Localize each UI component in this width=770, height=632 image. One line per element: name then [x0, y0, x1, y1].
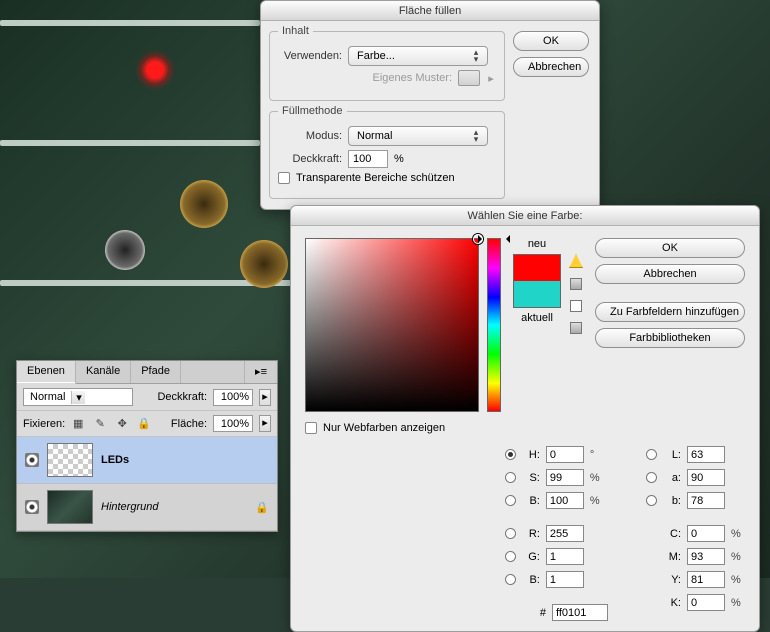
web-colors-label: Nur Webfarben anzeigen — [323, 422, 445, 434]
r-input[interactable] — [546, 525, 584, 542]
new-color-swatch[interactable] — [514, 255, 560, 281]
custom-pattern-well — [458, 70, 480, 86]
panel-opacity-label: Deckkraft: — [157, 391, 207, 403]
ok-button[interactable]: OK — [595, 238, 745, 258]
fill-dialog: Fläche füllen Inhalt Verwenden: Farbe...… — [260, 0, 600, 210]
layer-row[interactable]: LEDs — [17, 437, 277, 484]
use-label: Verwenden: — [278, 50, 342, 62]
s-input[interactable] — [546, 469, 584, 486]
panel-tabs: Ebenen Kanäle Pfade ▸≡ — [17, 361, 277, 384]
layer-name[interactable]: LEDs — [101, 454, 129, 466]
hex-label: # — [540, 607, 546, 619]
lock-label: Fixieren: — [23, 418, 65, 430]
web-colors-checkbox[interactable] — [305, 422, 317, 434]
ok-button[interactable]: OK — [513, 31, 589, 51]
chevron-right-icon: ▸ — [486, 72, 496, 85]
layer-list: LEDs Hintergrund 🔒 — [17, 437, 277, 531]
fill-dialog-title: Fläche füllen — [261, 1, 599, 21]
fill-content-group: Inhalt Verwenden: Farbe... ▴▾ Eigenes Mu… — [269, 31, 505, 101]
mode-select[interactable]: Normal ▴▾ — [348, 126, 488, 146]
panel-fill-input[interactable]: 100% — [213, 415, 253, 432]
mode-label: Modus: — [278, 130, 342, 142]
layer-name[interactable]: Hintergrund — [101, 501, 158, 513]
radio-lb[interactable] — [646, 495, 657, 506]
lock-move-icon[interactable]: ✥ — [115, 417, 129, 431]
color-swatch-pair — [513, 254, 561, 308]
a-input[interactable] — [687, 469, 725, 486]
radio-bb[interactable] — [505, 574, 516, 585]
custom-pattern-label: Eigenes Muster: — [373, 72, 452, 84]
chevron-right-icon[interactable]: ▸ — [259, 415, 271, 432]
preserve-transparency-label: Transparente Bereiche schützen — [296, 172, 455, 184]
h-input[interactable] — [546, 446, 584, 463]
current-color-swatch[interactable] — [514, 281, 560, 307]
visibility-icon[interactable] — [25, 453, 39, 467]
lock-brush-icon[interactable]: ✎ — [93, 417, 107, 431]
lock-icon: 🔒 — [255, 501, 269, 514]
cancel-button[interactable]: Abbrechen — [513, 57, 589, 77]
panel-opacity-input[interactable]: 100% — [213, 389, 253, 406]
websafe-warning-icon[interactable] — [570, 300, 582, 312]
radio-h[interactable] — [505, 449, 516, 460]
blend-mode-value: Normal — [24, 391, 71, 403]
lock-transparent-icon[interactable]: ▦ — [71, 417, 85, 431]
use-select-value: Farbe... — [357, 50, 395, 62]
visibility-icon[interactable] — [25, 500, 39, 514]
chevron-updown-icon: ▴▾ — [469, 49, 483, 63]
g-input[interactable] — [546, 548, 584, 565]
radio-l[interactable] — [646, 449, 657, 460]
mode-select-value: Normal — [357, 130, 392, 142]
color-field[interactable] — [305, 238, 479, 412]
chevron-down-icon: ▾ — [71, 391, 85, 404]
radio-a[interactable] — [646, 472, 657, 483]
fill-content-legend: Inhalt — [278, 25, 313, 37]
layers-panel: Ebenen Kanäle Pfade ▸≡ Normal▾ Deckkraft… — [16, 360, 278, 532]
hex-input[interactable] — [552, 604, 608, 621]
color-picker-title: Wählen Sie eine Farbe: — [291, 206, 759, 226]
fill-blend-group: Füllmethode Modus: Normal ▴▾ Deckkraft: … — [269, 111, 505, 199]
hue-slider[interactable] — [487, 238, 501, 412]
gamut-swatch-icon[interactable] — [570, 278, 582, 290]
opacity-unit: % — [394, 153, 404, 165]
preserve-transparency-checkbox[interactable] — [278, 172, 290, 184]
layer-row[interactable]: Hintergrund 🔒 — [17, 484, 277, 531]
bb-input[interactable] — [546, 571, 584, 588]
chevron-updown-icon: ▴▾ — [469, 129, 483, 143]
opacity-label: Deckkraft: — [278, 153, 342, 165]
color-picker-dialog: Wählen Sie eine Farbe: Nur Webfarben anz… — [290, 205, 760, 632]
m-input[interactable] — [687, 548, 725, 565]
tab-layers[interactable]: Ebenen — [17, 361, 76, 384]
add-to-swatches-button[interactable]: Zu Farbfeldern hinzufügen — [595, 302, 745, 322]
b-input[interactable] — [546, 492, 584, 509]
blend-mode-select[interactable]: Normal▾ — [23, 388, 133, 406]
use-select[interactable]: Farbe... ▴▾ — [348, 46, 488, 66]
layer-thumbnail[interactable] — [47, 443, 93, 477]
lb-input[interactable] — [687, 492, 725, 509]
y-input[interactable] — [687, 571, 725, 588]
cancel-button[interactable]: Abbrechen — [595, 264, 745, 284]
layer-thumbnail[interactable] — [47, 490, 93, 524]
radio-r[interactable] — [505, 528, 516, 539]
panel-menu-icon[interactable]: ▸≡ — [244, 361, 277, 383]
radio-g[interactable] — [505, 551, 516, 562]
tab-paths[interactable]: Pfade — [131, 361, 181, 383]
color-libraries-button[interactable]: Farbbibliotheken — [595, 328, 745, 348]
fill-blend-legend: Füllmethode — [278, 105, 347, 117]
panel-fill-label: Fläche: — [171, 418, 207, 430]
lock-all-icon[interactable]: 🔒 — [137, 417, 151, 431]
tab-channels[interactable]: Kanäle — [76, 361, 131, 383]
c-input[interactable] — [687, 525, 725, 542]
radio-s[interactable] — [505, 472, 516, 483]
radio-b[interactable] — [505, 495, 516, 506]
chevron-right-icon[interactable]: ▸ — [259, 389, 271, 406]
current-color-label: aktuell — [521, 312, 553, 324]
k-input[interactable] — [687, 594, 725, 611]
l-input[interactable] — [687, 446, 725, 463]
gamut-warning-icon[interactable] — [569, 254, 583, 268]
opacity-input[interactable] — [348, 150, 388, 168]
new-color-label: neu — [528, 238, 546, 250]
websafe-swatch-icon[interactable] — [570, 322, 582, 334]
